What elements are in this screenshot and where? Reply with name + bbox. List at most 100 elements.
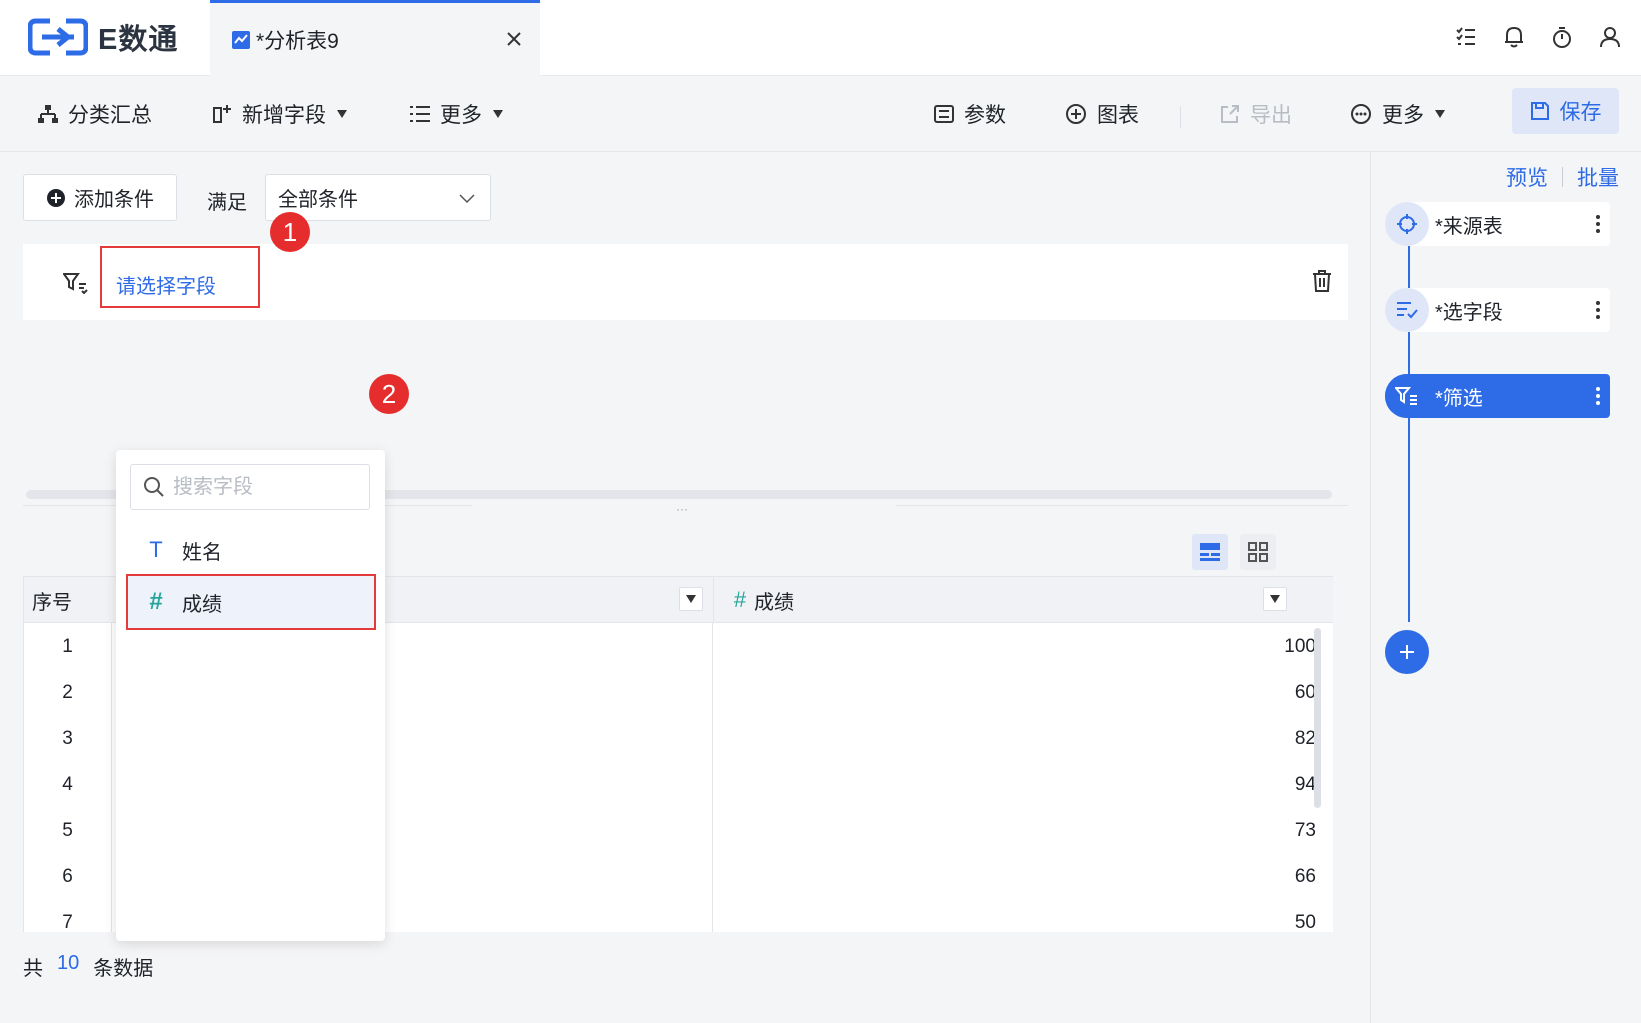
task-list-icon[interactable]: [1453, 22, 1479, 52]
cell-score: 100: [1284, 635, 1316, 657]
step-label: *筛选: [1435, 387, 1483, 410]
column-menu-name[interactable]: [679, 587, 703, 611]
logo-text: E数通: [98, 24, 179, 56]
condition-mode-value: 全部条件: [278, 189, 358, 211]
toolbar: 分类汇总 新增字段 更多 参数 图表 导出 更多 保存: [0, 76, 1641, 152]
cell-score: 66: [1294, 865, 1316, 887]
params-icon: [934, 105, 954, 123]
close-icon[interactable]: [500, 25, 528, 53]
field-select-icon: [1385, 288, 1429, 332]
step-label: *选字段: [1435, 301, 1503, 324]
tab-analysis-9[interactable]: *分析表9: [210, 0, 540, 76]
cell-index: 6: [24, 853, 112, 900]
add-field-label: 新增字段: [242, 104, 326, 127]
params-button[interactable]: 参数: [934, 94, 1006, 134]
more-left-label: 更多: [440, 104, 482, 127]
drag-handle-icon[interactable]: ···: [676, 502, 688, 516]
save-button[interactable]: 保存: [1512, 88, 1619, 134]
field-option-name[interactable]: T 姓名: [126, 524, 376, 576]
more-circle-icon: [1351, 104, 1371, 124]
caret-down-icon: [493, 110, 503, 118]
step-filter[interactable]: *筛选: [1385, 374, 1610, 418]
list-icon: [410, 106, 430, 122]
save-label: 保存: [1559, 101, 1602, 124]
process-sidebar: 预览 批量 *来源表 *选字段 *筛选: [1370, 152, 1641, 1023]
timer-icon[interactable]: [1549, 22, 1575, 52]
hierarchy-icon: [38, 105, 58, 123]
grid-view-button[interactable]: [1240, 534, 1276, 570]
trash-icon[interactable]: [1312, 270, 1332, 292]
group-summary-label: 分类汇总: [68, 104, 152, 127]
cell-score: 73: [1294, 819, 1316, 841]
field-option-label: 姓名: [182, 541, 222, 564]
cell-score: 60: [1294, 681, 1316, 703]
field-dropdown: T 姓名 # 成绩: [116, 450, 385, 941]
header-score-label: 成绩: [754, 591, 794, 614]
cell-index: 4: [24, 761, 112, 808]
params-label: 参数: [964, 104, 1006, 127]
add-step-button[interactable]: [1385, 630, 1429, 674]
cell-score: 50: [1294, 911, 1316, 933]
count-value: 10: [57, 952, 80, 974]
grid-icon: [1248, 542, 1268, 562]
more-vertical-icon[interactable]: [1586, 215, 1610, 233]
list-view-button[interactable]: [1192, 534, 1228, 570]
divider: [1180, 106, 1181, 128]
filter-icon: [1385, 374, 1429, 418]
field-picker[interactable]: 请选择字段: [100, 246, 260, 308]
bell-icon[interactable]: [1501, 22, 1527, 52]
export-button[interactable]: 导出: [1220, 94, 1292, 134]
vertical-scrollbar[interactable]: [1314, 628, 1321, 808]
cell-score: 82: [1294, 727, 1316, 749]
chart-tab-icon: [232, 30, 250, 49]
header-index: 序号: [32, 591, 72, 614]
more-right-label: 更多: [1382, 104, 1424, 127]
table-view-icon: [1200, 543, 1220, 561]
cell-index: 3: [24, 715, 112, 762]
text-type-icon: T: [149, 537, 163, 562]
main-panel: 添加条件 满足 全部条件 请选择字段 ··· 序号 # 成绩 1 100 2 6…: [0, 152, 1370, 1023]
column-menu-score[interactable]: [1263, 587, 1287, 611]
caret-down-icon: [337, 110, 347, 118]
step-source-table[interactable]: *来源表: [1385, 202, 1610, 246]
chart-button[interactable]: 图表: [1065, 94, 1139, 134]
plus-icon: [1400, 645, 1414, 659]
preview-link[interactable]: 预览: [1506, 162, 1548, 192]
divider: [1562, 167, 1563, 187]
search-field[interactable]: [130, 464, 370, 510]
number-type-icon: #: [149, 588, 163, 615]
filter-icon[interactable]: [63, 272, 89, 294]
step-select-fields[interactable]: *选字段: [1385, 288, 1610, 332]
tab-label: *分析表9: [256, 29, 339, 53]
chart-label: 图表: [1097, 104, 1139, 127]
cell-index: 5: [24, 807, 112, 854]
group-summary-button[interactable]: 分类汇总: [38, 94, 152, 134]
more-menu-left[interactable]: 更多: [410, 94, 504, 134]
cell-index: 1: [24, 623, 112, 670]
header-score[interactable]: # 成绩: [730, 577, 794, 623]
column-divider: [713, 577, 714, 623]
more-vertical-icon[interactable]: [1586, 301, 1610, 319]
add-condition-button[interactable]: 添加条件: [23, 174, 177, 221]
field-picker-placeholder: 请选择字段: [116, 275, 216, 298]
export-icon: [1221, 105, 1239, 123]
more-menu-right[interactable]: 更多: [1350, 94, 1446, 134]
count-prefix: 共: [23, 958, 43, 980]
chevron-down-icon: [459, 194, 475, 204]
annotation-badge-1: 1: [270, 212, 310, 252]
add-column-icon: [213, 105, 231, 123]
crosshair-icon: [1385, 202, 1429, 246]
satisfy-label: 满足: [207, 192, 247, 214]
batch-link[interactable]: 批量: [1577, 162, 1619, 192]
number-type-icon: #: [733, 587, 747, 612]
field-option-score[interactable]: # 成绩: [126, 574, 376, 630]
user-icon[interactable]: [1597, 22, 1623, 52]
add-field-button[interactable]: 新增字段: [212, 94, 348, 134]
more-vertical-icon[interactable]: [1586, 387, 1610, 405]
search-input[interactable]: [173, 475, 353, 499]
plus-circle-icon: [1066, 104, 1086, 124]
logo-icon: [28, 18, 88, 56]
app-logo[interactable]: E数通: [28, 16, 178, 58]
cell-score: 94: [1294, 773, 1316, 795]
export-label: 导出: [1250, 104, 1292, 127]
